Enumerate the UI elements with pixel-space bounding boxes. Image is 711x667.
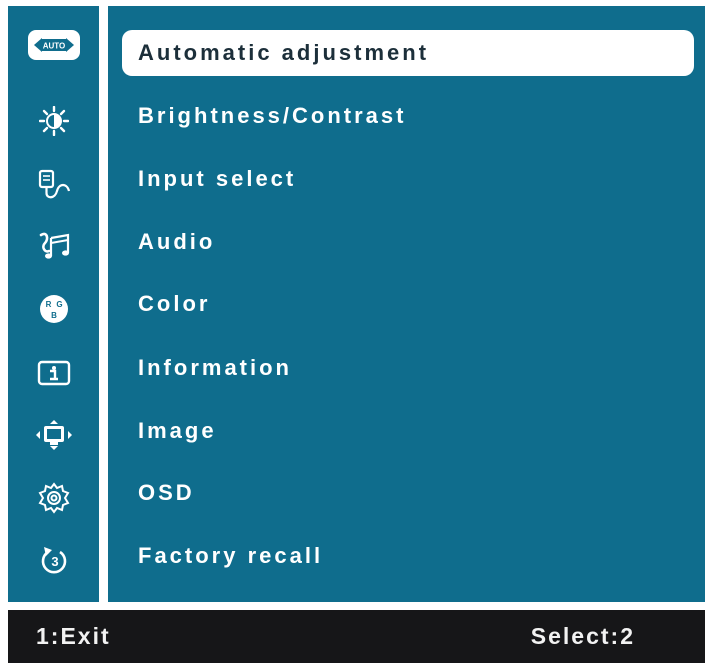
exit-hint: 1:Exit xyxy=(36,623,111,649)
menu-panel: Automatic adjustment Brightness/Contrast… xyxy=(108,6,705,602)
osd-menu: AUTO R G B 3 Automatic adjustment Bright… xyxy=(0,0,711,667)
image-icon[interactable] xyxy=(8,415,99,455)
svg-text:R: R xyxy=(45,300,51,309)
menu-item-automatic-adjustment[interactable]: Automatic adjustment xyxy=(122,30,694,76)
audio-icon[interactable] xyxy=(8,226,99,266)
information-icon[interactable] xyxy=(8,353,99,393)
osd-gear-icon[interactable] xyxy=(8,478,99,518)
status-bar: 1:Exit Select:2 xyxy=(8,610,705,663)
menu-item-information[interactable]: Information xyxy=(122,345,694,391)
menu-item-input-select[interactable]: Input select xyxy=(122,156,694,202)
menu-item-image[interactable]: Image xyxy=(122,408,694,454)
menu-item-brightness-contrast[interactable]: Brightness/Contrast xyxy=(122,93,694,139)
brightness-icon[interactable] xyxy=(8,101,99,141)
svg-text:B: B xyxy=(51,311,57,320)
factory-recall-icon[interactable]: 3 xyxy=(8,540,99,580)
menu-item-osd[interactable]: OSD xyxy=(122,470,694,516)
select-hint: Select:2 xyxy=(530,623,635,649)
auto-adjust-icon[interactable]: AUTO xyxy=(8,25,99,65)
menu-item-color[interactable]: Color xyxy=(122,281,694,327)
input-select-icon[interactable] xyxy=(8,164,99,204)
svg-text:3: 3 xyxy=(51,554,58,569)
svg-text:G: G xyxy=(56,300,62,309)
icon-column: AUTO R G B 3 xyxy=(8,6,99,602)
rgb-color-icon[interactable]: R G B xyxy=(8,289,99,329)
menu-item-factory-recall[interactable]: Factory recall xyxy=(122,533,694,579)
svg-text:AUTO: AUTO xyxy=(42,42,65,51)
menu-item-audio[interactable]: Audio xyxy=(122,219,694,265)
